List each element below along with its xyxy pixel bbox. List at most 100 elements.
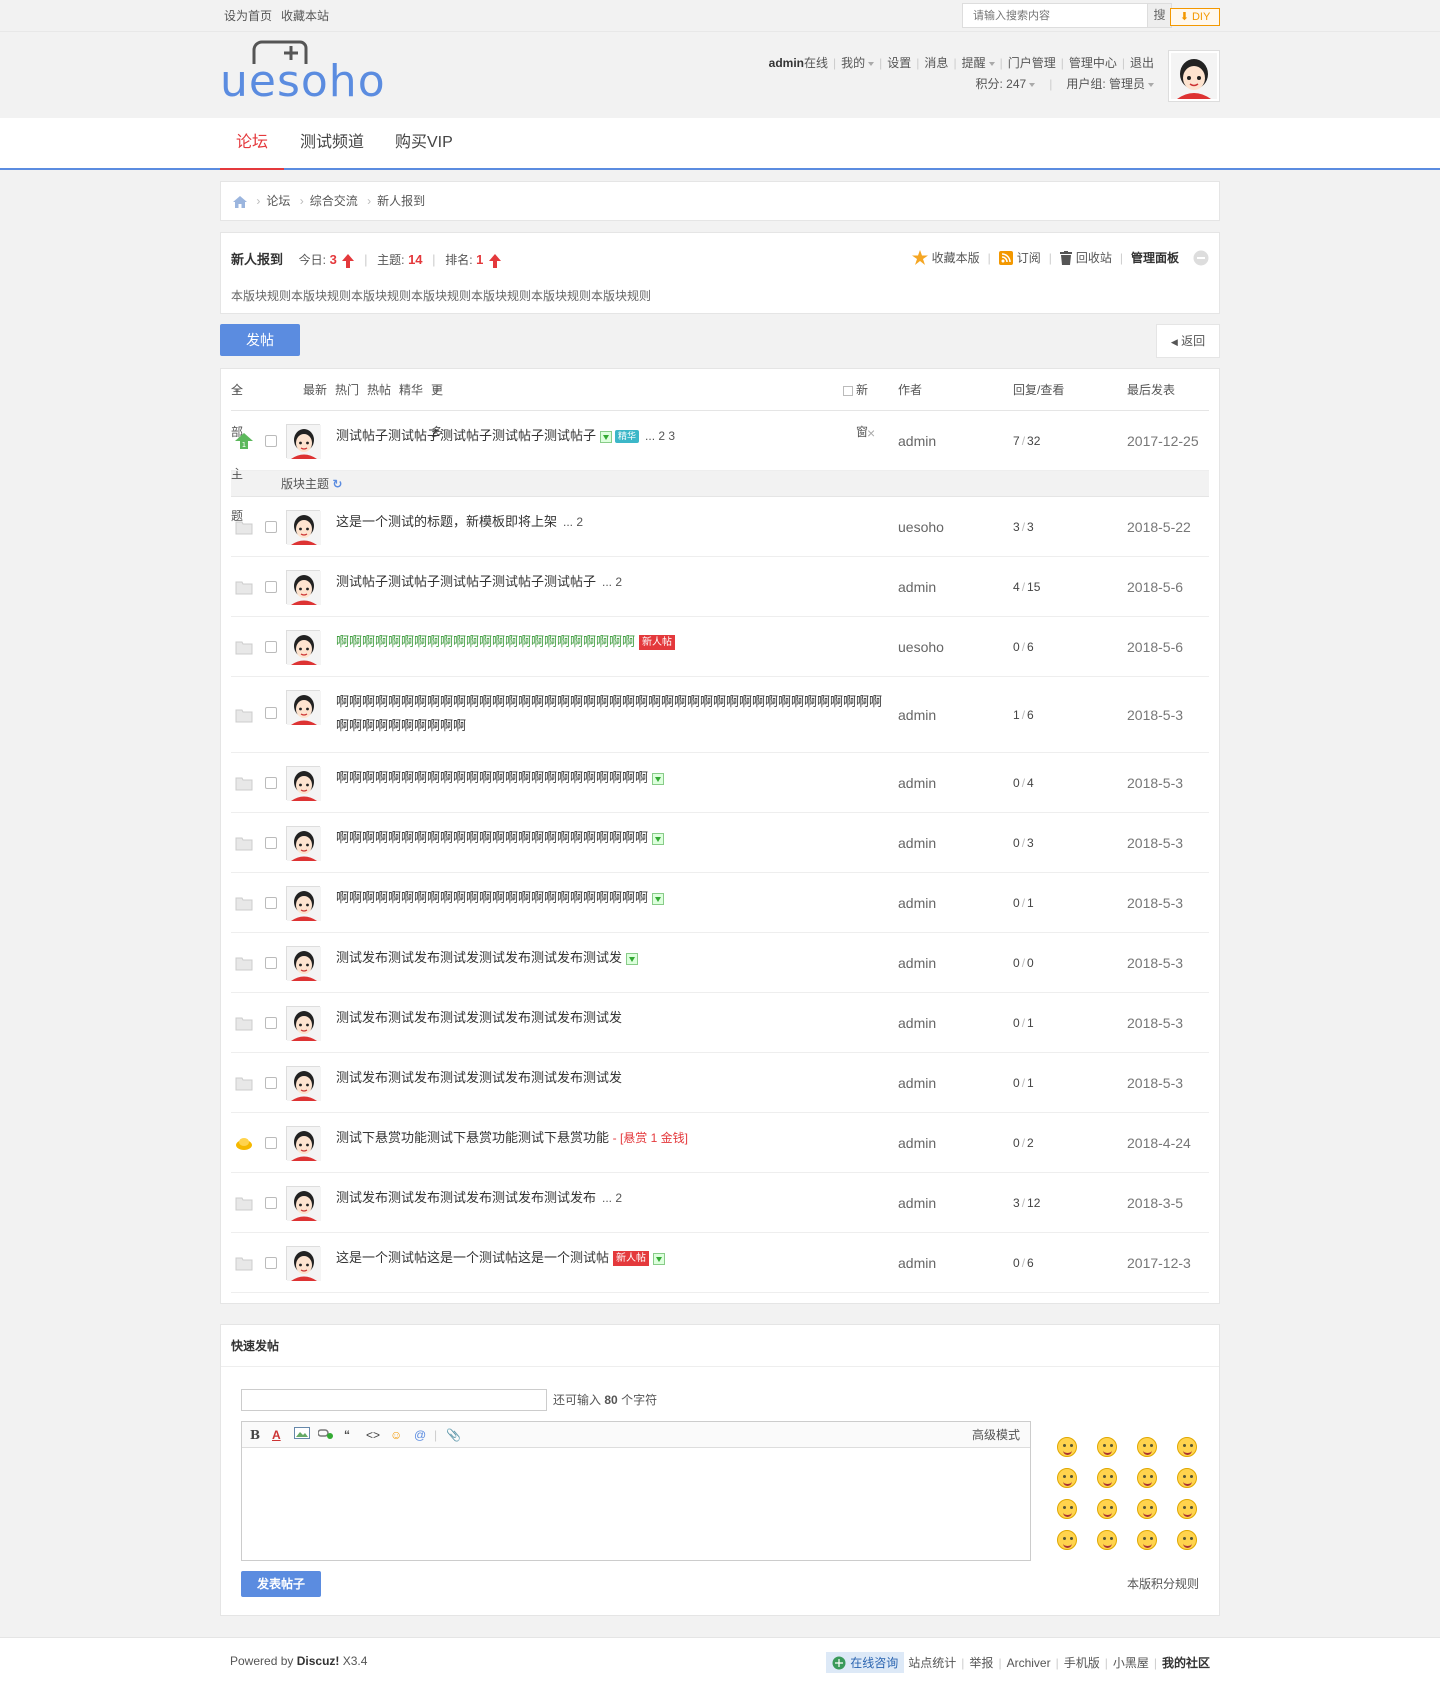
avatar[interactable] bbox=[286, 510, 321, 545]
code-icon[interactable]: <> bbox=[366, 1427, 380, 1443]
font-color-icon[interactable]: A bbox=[272, 1427, 281, 1443]
submit-post-button[interactable]: 发表帖子 bbox=[241, 1571, 321, 1597]
footer-archiver[interactable]: Archiver bbox=[1007, 1656, 1051, 1670]
menu-admin-center[interactable]: 管理中心 bbox=[1069, 56, 1117, 70]
thread-title[interactable]: 测试下悬赏功能测试下悬赏功能测试下悬赏功能 bbox=[336, 1130, 609, 1145]
last-post-date[interactable]: 2018-5-6 bbox=[1127, 617, 1183, 677]
thread-author[interactable]: admin bbox=[898, 873, 936, 933]
thread-title[interactable]: 啊啊啊啊啊啊啊啊啊啊啊啊啊啊啊啊啊啊啊啊啊啊啊啊 bbox=[336, 830, 648, 845]
last-post-date[interactable]: 2018-5-3 bbox=[1127, 933, 1183, 993]
nav-forum[interactable]: 论坛 bbox=[220, 118, 284, 170]
menu-portal-admin[interactable]: 门户管理 bbox=[1008, 56, 1056, 70]
filter-more[interactable]: 更多 bbox=[431, 369, 443, 439]
thread-author[interactable]: admin bbox=[898, 1053, 936, 1113]
thread-author[interactable]: uesoho bbox=[898, 617, 944, 677]
thread-author[interactable]: admin bbox=[898, 677, 936, 753]
message-editor[interactable]: B A “ <> ☺ @ | 📎 高级模式 bbox=[241, 1421, 1031, 1561]
table-row[interactable]: 1 测试帖子测试帖子测试帖子测试帖子测试帖子 精华... 2 3 × admin … bbox=[231, 411, 1209, 471]
avatar[interactable] bbox=[286, 766, 321, 801]
attachment-icon[interactable]: 📎 bbox=[446, 1427, 461, 1443]
discuz-link[interactable]: Discuz! bbox=[297, 1654, 340, 1668]
menu-my[interactable]: 我的 bbox=[841, 56, 875, 70]
avatar[interactable] bbox=[286, 630, 321, 665]
row-checkbox[interactable] bbox=[265, 897, 277, 909]
breadcrumb-newcomers[interactable]: 新人报到 bbox=[377, 194, 425, 208]
smiley-icon[interactable] bbox=[1177, 1499, 1197, 1519]
smiley-icon[interactable] bbox=[1177, 1437, 1197, 1457]
subject-input[interactable] bbox=[241, 1389, 547, 1411]
table-row[interactable]: 啊啊啊啊啊啊啊啊啊啊啊啊啊啊啊啊啊啊啊啊啊啊啊啊 admin 0/4 2018-5-3 bbox=[231, 753, 1209, 813]
refresh-icon[interactable]: ↻ bbox=[332, 477, 342, 491]
thread-title[interactable]: 这是一个测试的标题，新模板即将上架 bbox=[336, 514, 557, 529]
thread-title[interactable]: 啊啊啊啊啊啊啊啊啊啊啊啊啊啊啊啊啊啊啊啊啊啊啊 bbox=[336, 634, 635, 649]
site-logo[interactable]: uesoho bbox=[220, 40, 385, 104]
last-post-date[interactable]: 2018-5-3 bbox=[1127, 753, 1183, 813]
avatar[interactable] bbox=[286, 424, 321, 459]
nav-buy-vip[interactable]: 购买VIP bbox=[395, 118, 453, 168]
filter-digest[interactable]: 精华 bbox=[399, 369, 423, 411]
row-checkbox[interactable] bbox=[265, 1257, 277, 1269]
thread-title[interactable]: 啊啊啊啊啊啊啊啊啊啊啊啊啊啊啊啊啊啊啊啊啊啊啊啊啊啊啊啊啊啊啊啊啊啊啊啊啊啊啊啊… bbox=[336, 694, 882, 733]
avatar[interactable] bbox=[286, 1066, 321, 1101]
back-button[interactable]: ◀ 返回 bbox=[1156, 324, 1220, 358]
last-post-date[interactable]: 2018-3-5 bbox=[1127, 1173, 1183, 1233]
row-checkbox[interactable] bbox=[265, 641, 277, 653]
table-row[interactable]: 测试发布测试发布测试发测试发布测试发布测试发 admin 0/1 2018-5-3 bbox=[231, 993, 1209, 1053]
row-checkbox[interactable] bbox=[265, 957, 277, 969]
thread-author[interactable]: admin bbox=[898, 753, 936, 813]
thread-author[interactable]: admin bbox=[898, 1113, 936, 1173]
menu-settings[interactable]: 设置 bbox=[887, 56, 911, 70]
set-homepage-link[interactable]: 设为首页 bbox=[224, 9, 272, 23]
subscribe-button[interactable]: 订阅 bbox=[998, 249, 1041, 266]
thread-pages[interactable]: ... 2 3 bbox=[645, 429, 675, 443]
advanced-mode-link[interactable]: 高级模式 bbox=[972, 1427, 1020, 1443]
breadcrumb-forum[interactable]: 论坛 bbox=[266, 194, 290, 208]
thread-title[interactable]: 测试发布测试发布测试发布测试发布测试发布 bbox=[336, 1190, 596, 1205]
last-post-date[interactable]: 2018-5-6 bbox=[1127, 557, 1183, 617]
avatar[interactable] bbox=[286, 1186, 321, 1221]
table-row[interactable]: 啊啊啊啊啊啊啊啊啊啊啊啊啊啊啊啊啊啊啊啊啊啊啊啊 admin 0/3 2018-5-3 bbox=[231, 813, 1209, 873]
smiley-icon[interactable] bbox=[1057, 1530, 1077, 1550]
collapse-icon[interactable] bbox=[1193, 250, 1209, 266]
quote-icon[interactable]: “ bbox=[344, 1427, 350, 1443]
thread-pages[interactable]: ... 2 bbox=[602, 1191, 622, 1205]
footer-report[interactable]: 举报 bbox=[969, 1654, 993, 1671]
row-checkbox[interactable] bbox=[265, 1077, 277, 1089]
table-row[interactable]: 啊啊啊啊啊啊啊啊啊啊啊啊啊啊啊啊啊啊啊啊啊啊啊 新人帖 uesoho 0/6 2018-… bbox=[231, 617, 1209, 677]
table-row[interactable]: 啊啊啊啊啊啊啊啊啊啊啊啊啊啊啊啊啊啊啊啊啊啊啊啊 admin 0/1 2018-5-3 bbox=[231, 873, 1209, 933]
avatar[interactable] bbox=[286, 826, 321, 861]
avatar[interactable] bbox=[286, 1006, 321, 1041]
footer-community[interactable]: 我的社区 bbox=[1162, 1654, 1210, 1671]
avatar[interactable] bbox=[286, 690, 321, 725]
thread-author[interactable]: admin bbox=[898, 1233, 936, 1293]
smiley-icon[interactable] bbox=[1057, 1499, 1077, 1519]
smiley-icon[interactable] bbox=[1097, 1437, 1117, 1457]
username-link[interactable]: admin bbox=[769, 56, 804, 70]
table-row[interactable]: 测试发布测试发布测试发测试发布测试发布测试发 admin 0/0 2018-5-3 bbox=[231, 933, 1209, 993]
filter-all[interactable]: 全部主题 bbox=[231, 369, 243, 523]
thread-author[interactable]: admin bbox=[898, 557, 936, 617]
credit-rules-link[interactable]: 本版积分规则 bbox=[1127, 1575, 1199, 1592]
close-icon[interactable]: × bbox=[867, 425, 875, 441]
last-post-date[interactable]: 2017-12-25 bbox=[1127, 411, 1199, 471]
thread-title[interactable]: 啊啊啊啊啊啊啊啊啊啊啊啊啊啊啊啊啊啊啊啊啊啊啊啊 bbox=[336, 770, 648, 785]
table-row[interactable]: 测试帖子测试帖子测试帖子测试帖子测试帖子 ... 2 admin 4/15 2018-5… bbox=[231, 557, 1209, 617]
last-post-date[interactable]: 2018-5-3 bbox=[1127, 1053, 1183, 1113]
manage-panel-button[interactable]: 管理面板 bbox=[1131, 249, 1179, 266]
table-row[interactable]: 啊啊啊啊啊啊啊啊啊啊啊啊啊啊啊啊啊啊啊啊啊啊啊啊啊啊啊啊啊啊啊啊啊啊啊啊啊啊啊啊… bbox=[231, 677, 1209, 753]
smiley-icon[interactable] bbox=[1137, 1499, 1157, 1519]
row-checkbox[interactable] bbox=[265, 777, 277, 789]
filter-hot[interactable]: 热门 bbox=[335, 369, 359, 411]
row-checkbox[interactable] bbox=[265, 707, 277, 719]
thread-title[interactable]: 啊啊啊啊啊啊啊啊啊啊啊啊啊啊啊啊啊啊啊啊啊啊啊啊 bbox=[336, 890, 648, 905]
smiley-icon[interactable] bbox=[1137, 1530, 1157, 1550]
menu-logout[interactable]: 退出 bbox=[1130, 56, 1154, 70]
online-consult-button[interactable]: 在线咨询 bbox=[826, 1652, 905, 1673]
thread-author[interactable]: uesoho bbox=[898, 497, 944, 557]
menu-messages[interactable]: 消息 bbox=[924, 56, 948, 70]
thread-author[interactable]: admin bbox=[898, 411, 936, 471]
smiley-icon[interactable] bbox=[1057, 1437, 1077, 1457]
filter-hot-posts[interactable]: 热帖 bbox=[367, 369, 391, 411]
footer-blacklist[interactable]: 小黑屋 bbox=[1113, 1654, 1149, 1671]
last-post-date[interactable]: 2018-5-3 bbox=[1127, 873, 1183, 933]
